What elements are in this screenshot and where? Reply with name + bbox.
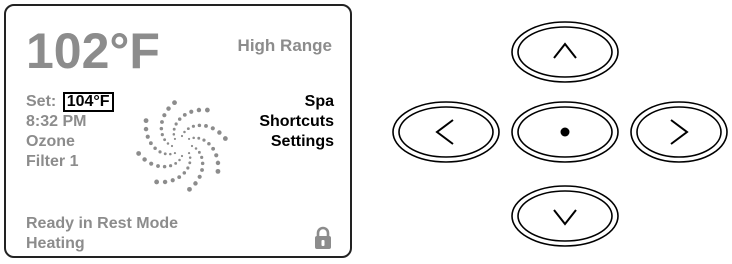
dot-icon xyxy=(560,127,570,137)
set-label: Set: xyxy=(26,93,57,110)
heater-spinner-icon xyxy=(136,100,228,192)
filter-status: Filter 1 xyxy=(26,153,79,170)
center-button[interactable] xyxy=(510,100,620,164)
status-mode: Ready in Rest Mode xyxy=(26,215,179,232)
right-button[interactable] xyxy=(629,100,729,164)
system-status: Ready in Rest Mode Heating xyxy=(26,214,178,254)
set-temperature-row: Set: 104°F xyxy=(26,92,114,112)
status-heating: Heating xyxy=(26,235,85,252)
menu-item-settings[interactable]: Settings xyxy=(259,132,334,152)
menu-item-spa[interactable]: Spa xyxy=(259,92,334,112)
time-readout: 8:32 PM xyxy=(26,113,87,130)
left-button[interactable] xyxy=(391,100,501,164)
set-temperature-value[interactable]: 104°F xyxy=(62,92,114,112)
status-info: Set: 104°F 8:32 PM Ozone Filter 1 xyxy=(26,92,114,172)
lock-icon[interactable] xyxy=(314,226,332,250)
menu-item-shortcuts[interactable]: Shortcuts xyxy=(259,112,334,132)
down-button[interactable] xyxy=(510,184,620,248)
water-temperature: 102°F xyxy=(26,23,160,79)
main-menu: Spa Shortcuts Settings xyxy=(259,92,334,152)
up-button[interactable] xyxy=(510,20,620,84)
temperature-range: High Range xyxy=(237,36,332,55)
spa-display-screen: 102°F High Range Set: 104°F 8:32 PM Ozon… xyxy=(4,4,352,258)
ozone-status: Ozone xyxy=(26,133,75,150)
